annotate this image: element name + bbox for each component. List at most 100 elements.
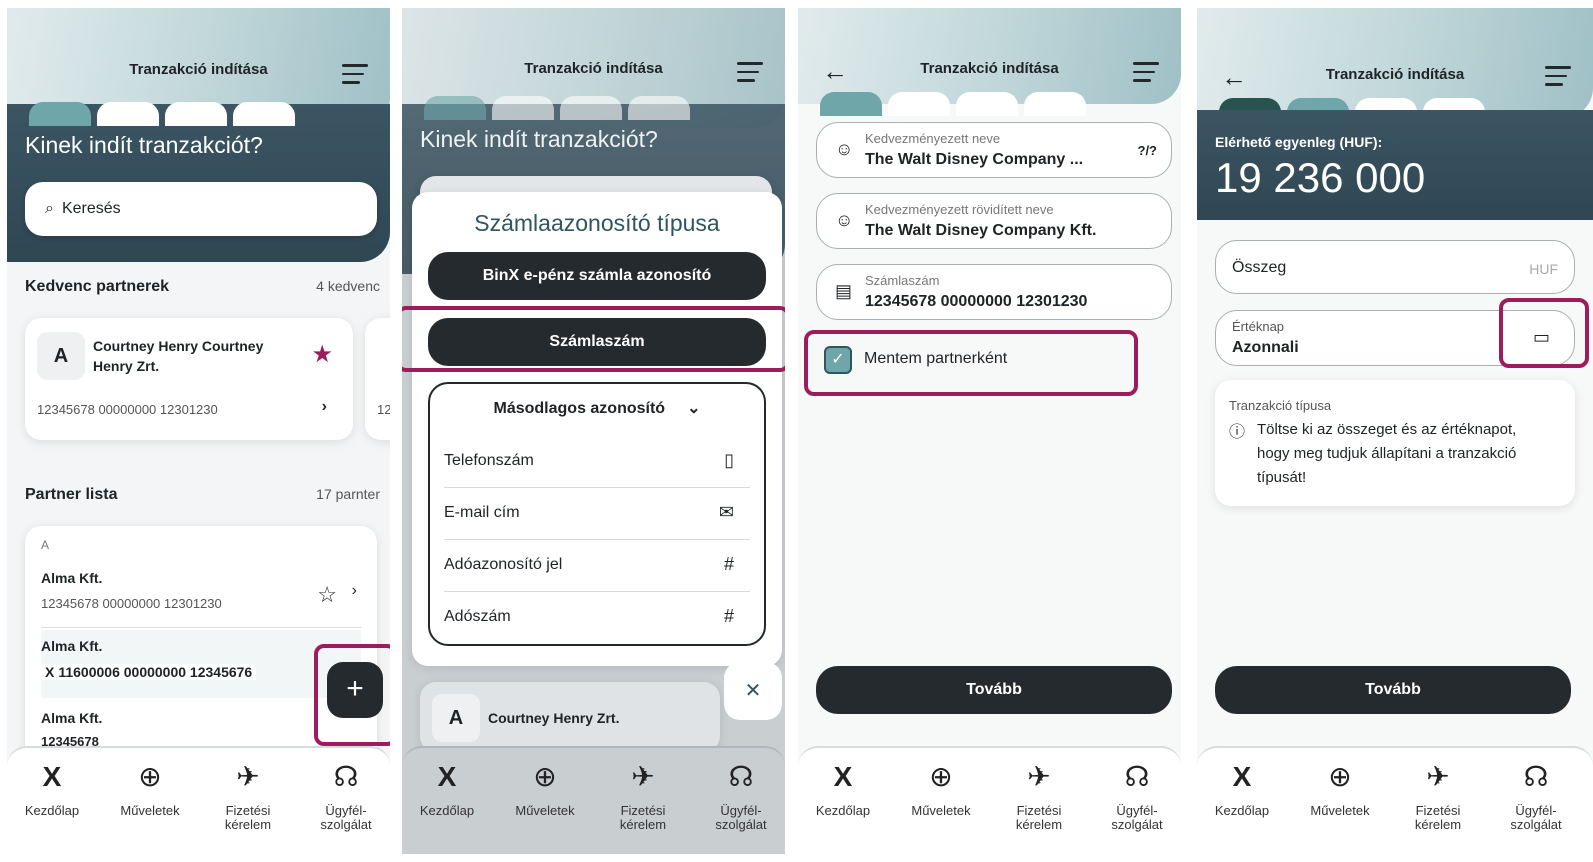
chevron-right-icon[interactable]: › [352, 582, 357, 600]
binx-account-option[interactable]: BinX e-pénz számla azonosító [428, 252, 766, 300]
favorite-account: 12345678 00000000 12301230 [37, 402, 218, 417]
mail-icon: ✉ [718, 502, 734, 522]
nav-operations[interactable]: ⊕ Műveletek [500, 760, 590, 818]
value-date-label: Értéknap [1232, 319, 1285, 334]
secondary-option-tax-number[interactable]: Adószám # [444, 592, 750, 644]
secondary-option-phone[interactable]: Telefonszám ▯ [444, 436, 750, 488]
beneficiary-short-name-value: The Walt Disney Company Kft. [865, 222, 1097, 239]
nav-operations[interactable]: ⊕ Műveletek [1295, 760, 1385, 818]
favorite-card[interactable]: A Courtney Henry Courtney Henry Zrt. ★ 1… [25, 318, 353, 440]
secondary-option-tax-id[interactable]: Adóazonosító jel # [444, 540, 750, 592]
header [798, 8, 1181, 104]
highlight-account-number [402, 306, 785, 372]
account-type-sheet: Számlaazonosító típusa BinX e-pénz száml… [412, 192, 782, 666]
star-filled-icon[interactable]: ★ [311, 340, 333, 369]
continue-button[interactable]: Tovább [816, 666, 1172, 714]
star-outline-icon[interactable]: ☆ [317, 582, 337, 608]
headset-icon: ☊ [728, 761, 754, 792]
nav-home[interactable]: X Kezdőlap [7, 760, 97, 818]
favorite-card[interactable]: A Courtney Henry Zrt. [420, 682, 720, 752]
account-number-value: 12345678 00000000 12301230 [865, 293, 1088, 310]
value-date-value: Azonnali [1232, 339, 1299, 356]
amount-label: Összeg [1232, 259, 1287, 276]
list-item[interactable]: Alma Kft. 12345678 00000000 12301230 ☆ › [41, 560, 361, 628]
transaction-type-info: Töltse ki az összeget és az értéknapot, … [1257, 421, 1517, 486]
continue-button[interactable]: Tovább [1215, 666, 1571, 714]
nav-support[interactable]: ☊ Ügyfél-szolgálat [301, 760, 390, 832]
menu-icon[interactable] [342, 64, 368, 84]
partner-name: Alma Kft. [41, 638, 103, 654]
plus-circle-icon: ⊕ [929, 761, 953, 792]
nav-payment-request[interactable]: ✈ Fizetési kérelem [994, 760, 1084, 832]
binx-logo-icon: X [437, 761, 457, 792]
step-indicator [424, 96, 696, 120]
partner-account: X 11600006 00000000 12345676 [41, 664, 257, 680]
favorite-name: Courtney Henry Courtney Henry Zrt. [93, 338, 264, 374]
beneficiary-short-name-field[interactable]: ☺ Kedvezményezett rövidített neve The Wa… [816, 193, 1172, 249]
amount-field[interactable]: Összeg HUF [1215, 240, 1575, 294]
bank-card-icon: ▤ [835, 281, 853, 301]
favorites-title: Kedvenc partnerek [25, 278, 170, 295]
currency-label: HUF [1529, 261, 1558, 277]
chevron-right-icon[interactable]: › [322, 398, 327, 416]
close-icon: ✕ [744, 680, 762, 702]
menu-icon[interactable] [1545, 66, 1571, 86]
nav-support[interactable]: ☊ Ügyfél-szolgálat [696, 760, 785, 832]
balance-label: Elérhető egyenleg (HUF): [1215, 134, 1383, 150]
secondary-header[interactable]: Másodlagos azonosító ⌄ [430, 398, 764, 418]
screen-amount: ← Tranzakció indítása Elérhető egyenleg … [1197, 8, 1593, 854]
page-title: Tranzakció indítása [920, 60, 1059, 77]
balance-value: 19 236 000 [1215, 154, 1426, 201]
highlight-calendar [1499, 298, 1589, 368]
secondary-dropdown: Másodlagos azonosító ⌄ Telefonszám ▯ E-mai… [428, 382, 766, 646]
screen-beneficiary-details: ← Tranzakció indítása ☺ Kedvezményezett … [798, 8, 1181, 854]
send-icon: ✈ [1027, 761, 1051, 792]
step-indicator [29, 102, 301, 126]
partners-count: 17 parnter [316, 486, 380, 502]
bottom-nav: X Kezdőlap ⊕ Műveletek ✈ Fizetési kérelem ☊… [7, 746, 390, 854]
hash-icon: # [723, 606, 734, 626]
info-icon: ⓘ [1229, 424, 1246, 441]
bottom-nav: X Kezdőlap ⊕ Műveletek ✈ Fizetési kérelem ☊… [402, 746, 785, 854]
beneficiary-name-field[interactable]: ☺ Kedvezményezett neve The Walt Disney C… [816, 122, 1172, 178]
nav-home[interactable]: X Kezdőlap [1197, 760, 1287, 818]
favorite-account-stub: 123 [377, 402, 390, 417]
account-number-field[interactable]: ▤ Számlaszám 12345678 00000000 12301230 [816, 264, 1172, 320]
page-title: Tranzakció indítása [524, 60, 663, 77]
headset-icon: ☊ [333, 761, 359, 792]
send-icon: ✈ [631, 761, 655, 792]
close-button[interactable]: ✕ [724, 662, 782, 720]
secondary-option-email[interactable]: E-mail cím ✉ [444, 488, 750, 540]
list-item[interactable]: Alma Kft. X 11600006 00000000 12345676 [41, 630, 361, 698]
nav-operations[interactable]: ⊕ Műveletek [896, 760, 986, 818]
nav-operations[interactable]: ⊕ Műveletek [105, 760, 195, 818]
headset-icon: ☊ [1523, 761, 1549, 792]
nav-support[interactable]: ☊ Ügyfél-szolgálat [1491, 760, 1581, 832]
plus-circle-icon: ⊕ [1328, 761, 1352, 792]
nav-support[interactable]: ☊ Ügyfél-szolgálat [1092, 760, 1181, 832]
plus-circle-icon: ⊕ [533, 761, 557, 792]
nav-payment-request[interactable]: ✈ Fizetési kérelem [1393, 760, 1483, 832]
nav-payment-request[interactable]: ✈ Fizetési kérelem [203, 760, 293, 832]
binx-logo-icon: X [833, 761, 853, 792]
step-indicator [820, 92, 1092, 116]
bottom-nav: X Kezdőlap ⊕ Műveletek ✈ Fizetési kérelem ☊… [798, 746, 1181, 854]
avatar: A [37, 332, 85, 380]
highlight-fab [314, 644, 390, 746]
char-counter: ?/? [1137, 143, 1158, 158]
bottom-nav: X Kezdőlap ⊕ Műveletek ✈ Fizetési kérelem ☊… [1197, 746, 1593, 854]
menu-icon[interactable] [737, 62, 763, 82]
binx-logo-icon: X [1232, 761, 1252, 792]
nav-home[interactable]: X Kezdőlap [798, 760, 888, 818]
headset-icon: ☊ [1124, 761, 1150, 792]
binx-logo-icon: X [45, 664, 55, 680]
nav-home[interactable]: X Kezdőlap [402, 760, 492, 818]
heading: Kinek indít tranzakciót? [420, 126, 658, 152]
nav-payment-request[interactable]: ✈ Fizetési kérelem [598, 760, 688, 832]
plus-circle-icon: ⊕ [138, 761, 162, 792]
menu-icon[interactable] [1133, 62, 1159, 82]
favorite-card-next[interactable]: 123 [365, 318, 390, 440]
search-input[interactable]: ⌕ Keresés [25, 182, 377, 236]
transaction-type-card: Tranzakció típusa ⓘ Töltse ki az összege… [1215, 380, 1575, 506]
letter-divider: A [41, 538, 50, 552]
